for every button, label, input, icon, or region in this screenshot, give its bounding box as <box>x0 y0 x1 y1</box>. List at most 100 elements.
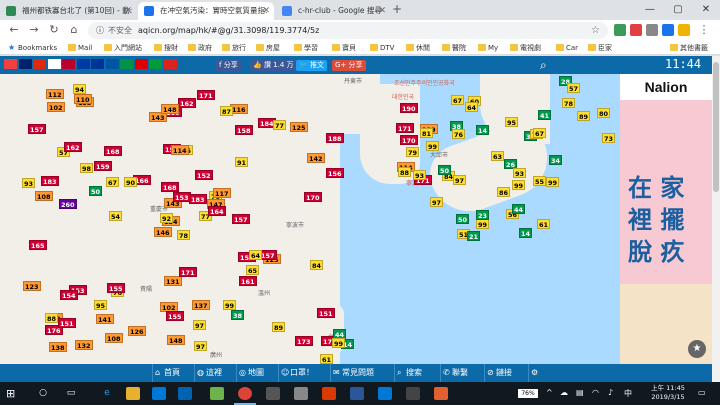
aqi-station-marker[interactable]: 183 <box>41 176 59 186</box>
other-bookmarks[interactable]: 其他書籤 <box>670 42 708 54</box>
network-icon[interactable]: ▤ <box>576 388 584 397</box>
aqi-station-marker[interactable]: 41 <box>538 110 552 120</box>
forward-arrow-icon[interactable]: → <box>26 22 42 38</box>
aqi-station-marker[interactable]: 73 <box>602 133 616 143</box>
aqi-station-marker[interactable]: 148 <box>167 335 185 345</box>
close-window-icon[interactable]: ✕ <box>692 0 720 20</box>
scrollbar-thumb[interactable] <box>713 62 719 192</box>
profile-avatar-icon[interactable] <box>678 24 690 36</box>
aqi-station-marker[interactable]: 50 <box>89 186 103 196</box>
app-icon[interactable] <box>210 387 224 400</box>
bookmarks-item[interactable]: ★ Bookmarks <box>8 42 57 54</box>
search-icon[interactable]: ○ <box>36 387 50 400</box>
aqi-station-marker[interactable]: 168 <box>161 182 179 192</box>
system-clock[interactable]: 上午 11:45 2019/3/15 <box>644 384 692 402</box>
language-flag-icon[interactable] <box>91 59 104 69</box>
aqi-station-marker[interactable]: 98 <box>80 163 94 173</box>
language-flag-icon[interactable] <box>105 59 119 69</box>
info-icon[interactable]: ⓘ <box>96 26 104 35</box>
aqi-station-marker[interactable]: 132 <box>75 340 93 350</box>
aqi-station-marker[interactable]: 153 <box>173 192 191 202</box>
aqi-station-marker[interactable]: 97 <box>430 197 444 207</box>
aqi-station-marker[interactable]: 34 <box>549 155 563 165</box>
aqi-station-marker[interactable]: 50 <box>438 165 452 175</box>
aqi-station-marker[interactable]: 159 <box>94 161 112 171</box>
aqi-station-marker[interactable]: 97 <box>453 175 467 185</box>
aqi-station-marker[interactable]: 14 <box>519 228 533 238</box>
aqi-station-marker[interactable]: 94 <box>73 84 87 94</box>
page-scrollbar[interactable] <box>712 56 720 382</box>
aqi-station-marker[interactable]: 155 <box>107 283 125 293</box>
bookmark-folder[interactable]: 搜財 <box>154 42 178 54</box>
language-flag-icon[interactable] <box>149 59 162 69</box>
aqi-station-marker[interactable]: 99 <box>223 300 237 310</box>
bookmark-folder[interactable]: 寶貝 <box>332 42 356 54</box>
aqi-station-marker[interactable]: 67 <box>533 128 547 138</box>
aqi-station-marker[interactable]: 61 <box>320 354 334 364</box>
aqi-station-marker[interactable]: 78 <box>177 230 191 240</box>
onedrive-cloud-icon[interactable]: ☁ <box>560 388 568 397</box>
store-icon[interactable] <box>152 387 166 400</box>
language-flag-icon[interactable] <box>33 59 46 69</box>
aqi-station-marker[interactable]: 50 <box>456 214 470 224</box>
aqi-station-marker[interactable]: 88 <box>45 313 59 323</box>
aqi-station-marker[interactable]: 54 <box>109 211 123 221</box>
aqi-station-marker[interactable]: 64 <box>465 102 479 112</box>
aqi-station-marker[interactable]: 102 <box>47 102 65 112</box>
aqi-station-marker[interactable]: 123 <box>23 281 41 291</box>
aqi-station-marker[interactable]: 108 <box>105 333 123 343</box>
wifi-icon[interactable]: ◠ <box>592 388 599 397</box>
bookmark-folder[interactable]: 學習 <box>294 42 318 54</box>
aqi-station-marker[interactable]: 55 <box>533 176 547 186</box>
site-nav-item[interactable]: ⚙ <box>528 364 540 382</box>
maximize-icon[interactable]: ▢ <box>664 0 692 20</box>
site-nav-item[interactable]: ◎ 地圖 <box>236 364 264 382</box>
bookmark-folder[interactable]: 房屋 <box>256 42 280 54</box>
aqi-station-marker[interactable]: 67 <box>451 95 465 105</box>
site-nav-item[interactable]: ✉ 常見問題 <box>330 364 374 382</box>
word-icon[interactable] <box>350 387 364 400</box>
site-nav-item[interactable]: ⌕ 搜索 <box>394 364 422 382</box>
share-star-icon[interactable]: ★ <box>688 340 706 358</box>
aqi-station-marker[interactable]: 260 <box>59 199 77 209</box>
aqi-station-marker[interactable]: 63 <box>491 151 505 161</box>
language-flag-icon[interactable] <box>76 59 90 69</box>
language-flag-icon[interactable] <box>163 59 177 69</box>
aqi-station-marker[interactable]: 95 <box>505 117 519 127</box>
aqi-station-marker[interactable]: 157 <box>232 214 250 224</box>
site-nav-item[interactable]: ✆ 聯繫 <box>440 364 468 382</box>
ime-icon[interactable]: 中 <box>624 388 632 399</box>
tab-google-search[interactable]: c-hr-club - Google 搜尋 ✕ <box>276 2 390 20</box>
site-nav-item[interactable]: ☺ 口罩！ <box>278 364 314 382</box>
aqi-station-marker[interactable]: 126 <box>128 326 146 336</box>
aqi-station-marker[interactable]: 157 <box>28 124 46 134</box>
aqi-station-marker[interactable]: 146 <box>154 227 172 237</box>
edge-browser-icon[interactable]: e <box>100 387 114 400</box>
aqi-station-marker[interactable]: 156 <box>326 168 344 178</box>
bookmark-folder[interactable]: 休閒 <box>406 42 430 54</box>
aqi-station-marker[interactable]: 81 <box>420 128 434 138</box>
aqi-station-marker[interactable]: 168 <box>104 146 122 156</box>
app-icon[interactable] <box>434 387 448 400</box>
minimize-icon[interactable]: — <box>636 0 664 20</box>
aqi-station-marker[interactable]: 114 <box>171 145 189 155</box>
aqi-station-marker[interactable]: 151 <box>317 308 335 318</box>
aqi-station-marker[interactable]: 171 <box>396 123 414 133</box>
app-icon[interactable] <box>406 387 420 400</box>
bookmark-folder[interactable]: 入門網站 <box>104 42 142 54</box>
aqi-station-marker[interactable]: 171 <box>197 90 215 100</box>
aqi-station-marker[interactable]: 67 <box>106 177 120 187</box>
aqi-station-marker[interactable]: 61 <box>537 219 551 229</box>
aqi-station-marker[interactable]: 88 <box>398 167 412 177</box>
search-icon[interactable]: ⌕ <box>540 58 547 73</box>
aqi-station-marker[interactable]: 57 <box>567 83 581 93</box>
home-icon[interactable]: ⌂ <box>66 22 82 38</box>
close-icon[interactable]: ✕ <box>124 2 132 20</box>
aqi-station-marker[interactable]: 162 <box>178 98 196 108</box>
aqi-station-marker[interactable]: 99 <box>332 338 346 348</box>
aqi-station-marker[interactable]: 14 <box>476 125 490 135</box>
aqi-station-marker[interactable]: 99 <box>512 180 526 190</box>
google-plus-share-button[interactable]: G+ 分享 <box>332 60 366 71</box>
bookmark-folder[interactable]: Mail <box>68 42 92 54</box>
aqi-station-marker[interactable]: 65 <box>246 265 260 275</box>
